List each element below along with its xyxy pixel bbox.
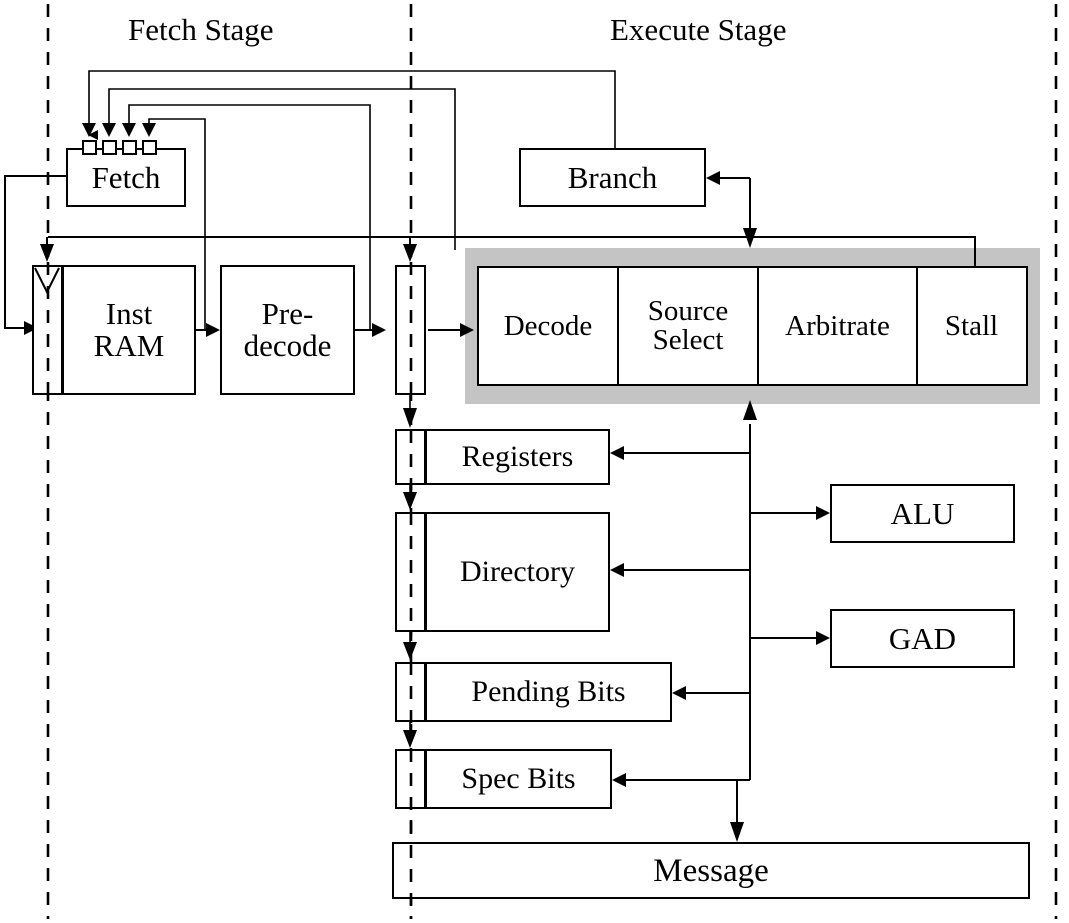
clock-overlay-layer xyxy=(46,262,413,919)
pipeline-architecture-diagram: Fetch Stage Execute Stage Fetch Inst RAM… xyxy=(0,0,1069,923)
